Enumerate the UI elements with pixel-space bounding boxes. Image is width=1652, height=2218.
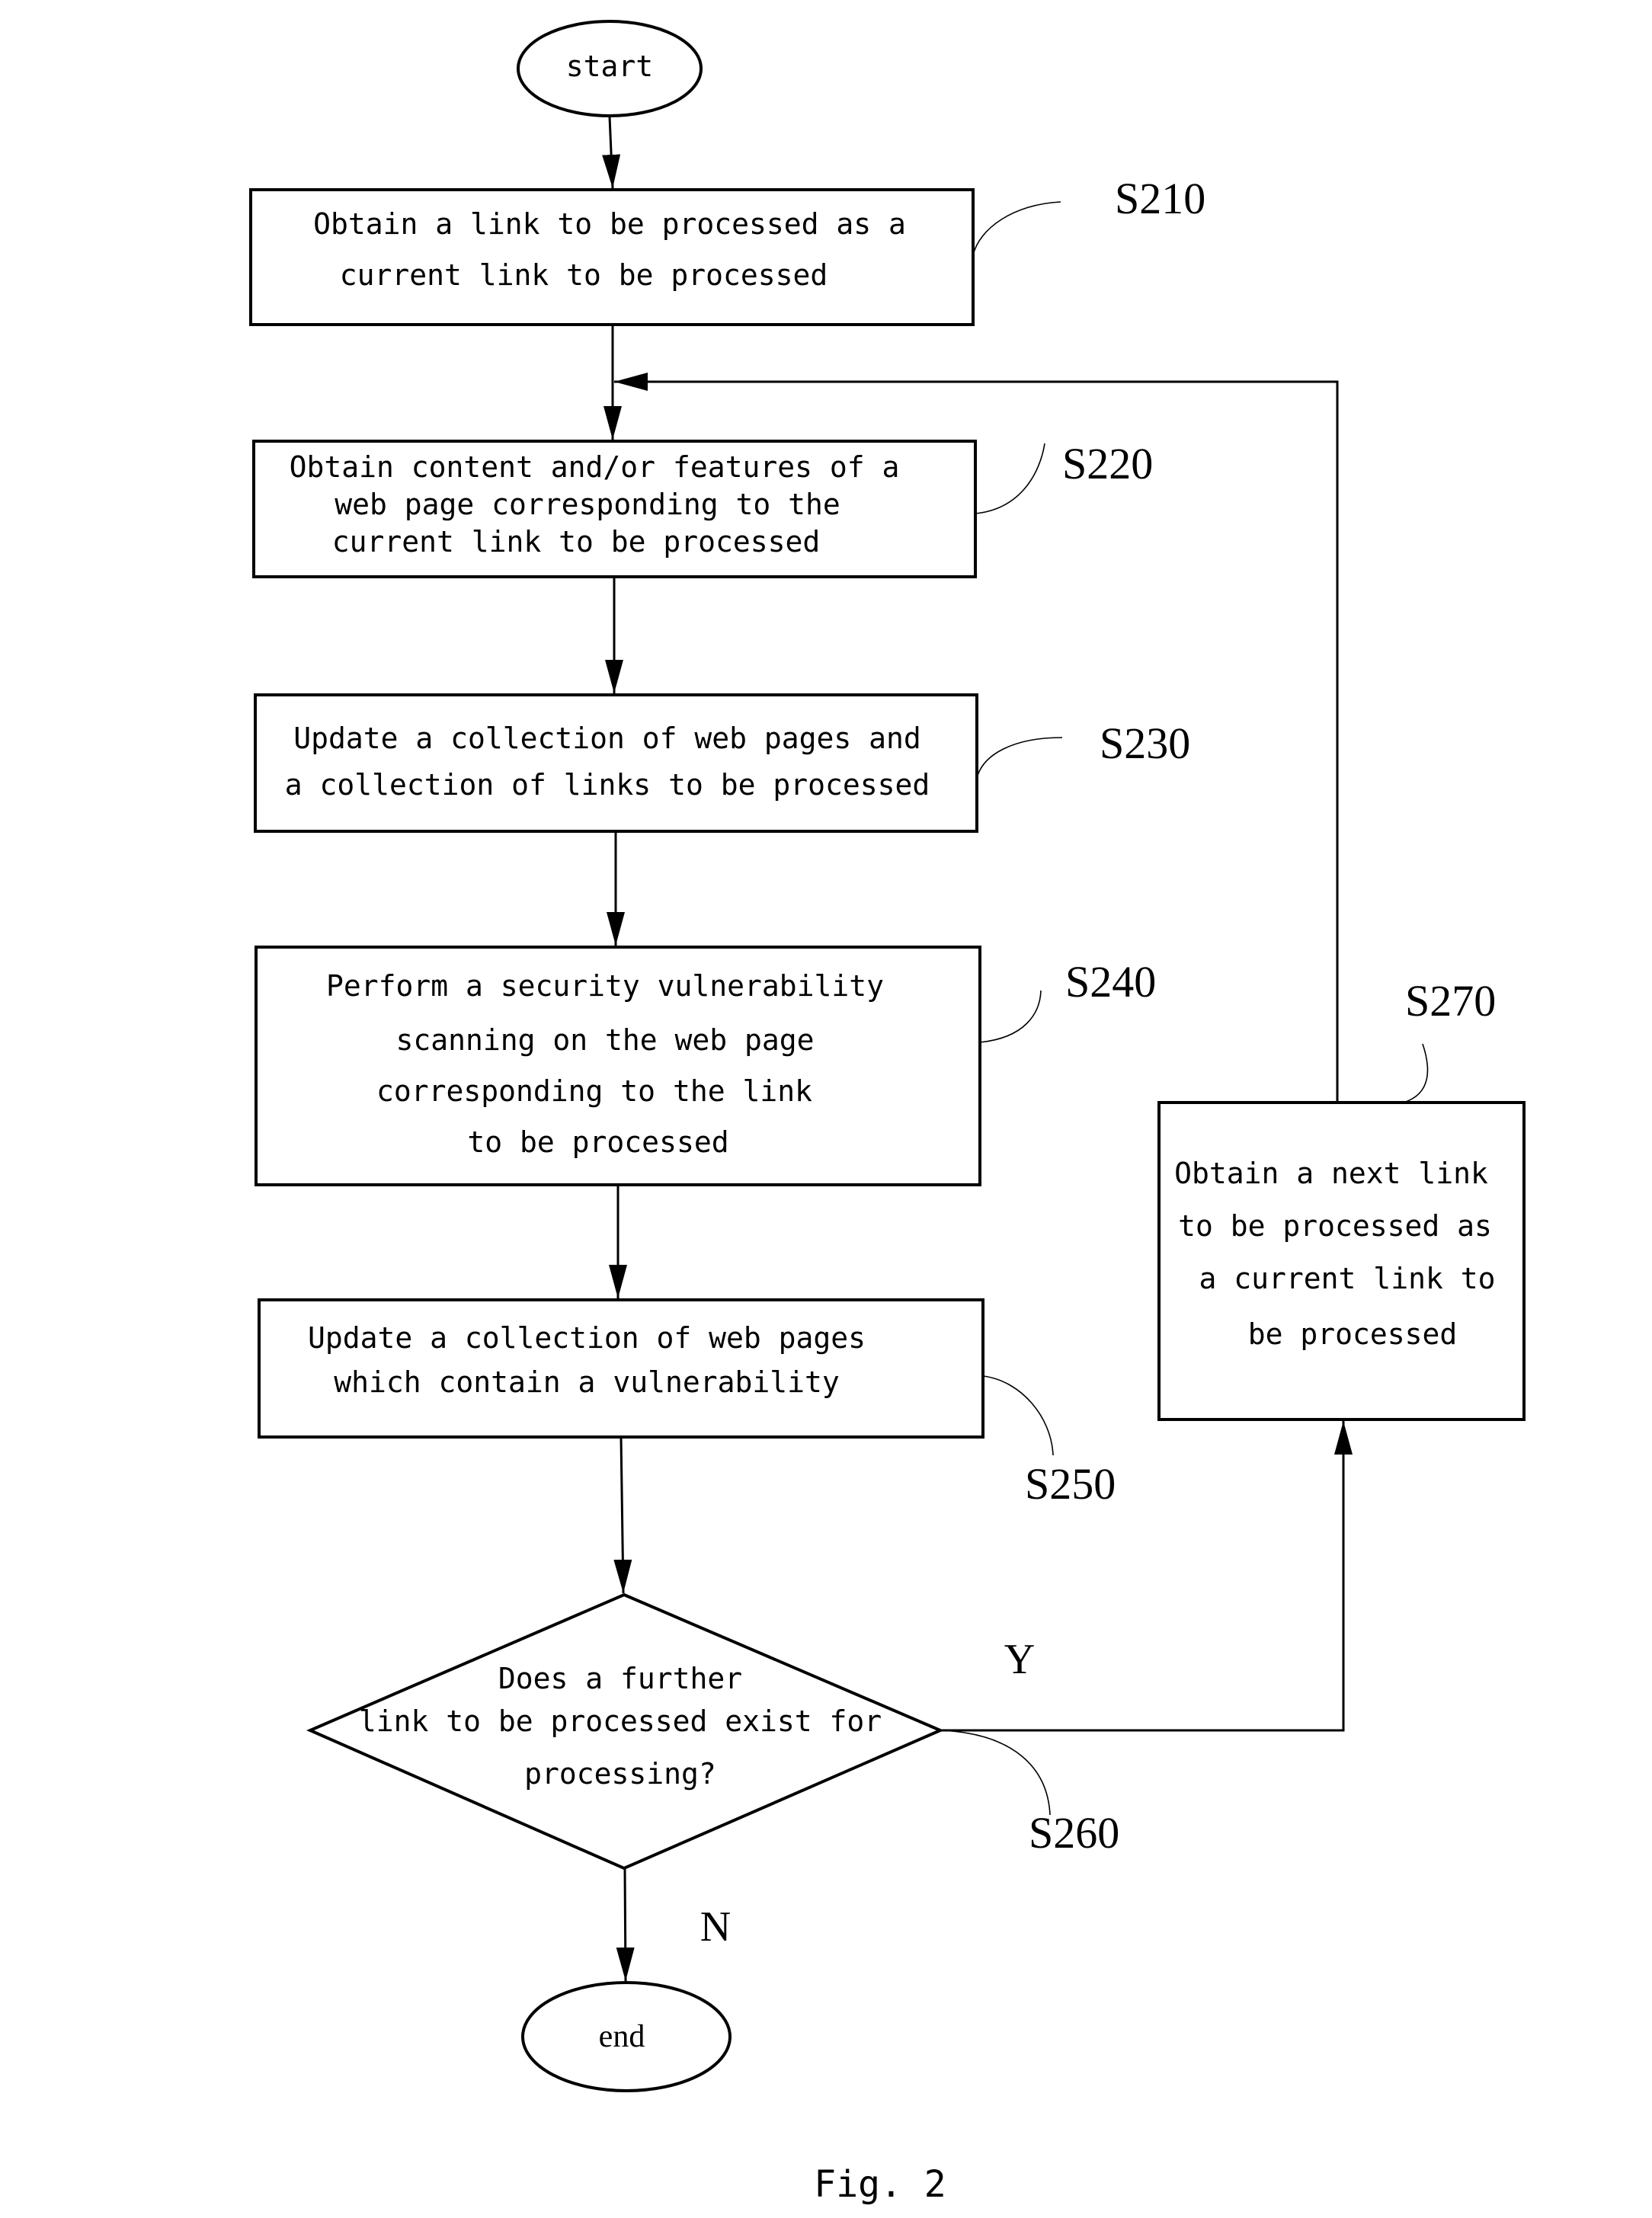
step-text-line: Obtain content and/or features of a — [290, 450, 900, 484]
step-text-line: current link to be processed — [332, 525, 821, 559]
decision-text-line: link to be processed exist for — [359, 1704, 882, 1738]
leader-s270 — [1403, 1043, 1429, 1103]
no-label: N — [700, 1903, 731, 1951]
leader-s220 — [975, 443, 1045, 514]
step-text-line: be processed — [1248, 1317, 1458, 1351]
step-text-line: corresponding to the link — [376, 1074, 812, 1108]
end-terminator: end — [521, 1981, 732, 2092]
figure-caption: Fig. 2 — [814, 2163, 946, 2206]
step-text-line: Update a collection of web pages and — [293, 722, 921, 755]
decision-s260: Does a further link to be processed exis… — [306, 1592, 945, 1871]
step-id-s230: S230 — [1100, 719, 1190, 768]
step-text-line: a current link to — [1199, 1262, 1496, 1295]
step-s270: Obtain a next link to be processed as a … — [1157, 1101, 1526, 1421]
step-text-line: to be processed as — [1178, 1209, 1492, 1243]
decision-text-line: Does a further — [498, 1662, 742, 1695]
step-text-line: Obtain a next link — [1174, 1157, 1488, 1190]
yes-label: Y — [1004, 1636, 1035, 1683]
step-id-s270: S270 — [1405, 976, 1496, 1026]
step-text-line: Update a collection of web pages — [308, 1321, 866, 1355]
leader-s210 — [972, 201, 1061, 256]
leader-s230 — [976, 737, 1063, 779]
leader-s250 — [982, 1375, 1054, 1456]
leader-s240 — [979, 990, 1042, 1043]
step-id-s240: S240 — [1065, 957, 1156, 1007]
flowchart: start Obtain a link to be processed as a… — [249, 20, 1526, 2206]
step-s230: Update a collection of web pages and a c… — [254, 693, 978, 833]
step-text-line: web page corresponding to the — [335, 488, 840, 521]
step-id-s260: S260 — [1029, 1808, 1119, 1858]
arrow-s250-to-s260 — [613, 1436, 632, 1594]
arrow-s260-yes-to-s270 — [940, 1421, 1353, 1732]
end-label: end — [599, 2019, 645, 2054]
step-s210: Obtain a link to be processed as a curre… — [249, 188, 975, 326]
step-text-line: Obtain a link to be processed as a — [313, 207, 906, 241]
start-label: start — [566, 50, 653, 83]
step-text-line: to be processed — [467, 1125, 728, 1159]
step-text-line: current link to be processed — [340, 258, 828, 292]
step-id-s250: S250 — [1025, 1459, 1116, 1509]
arrow-start-to-s210 — [602, 116, 621, 189]
decision-text-line: processing? — [524, 1757, 716, 1791]
step-id-s220: S220 — [1062, 439, 1153, 488]
start-terminator: start — [517, 20, 703, 117]
step-text-line: which contain a vulnerability — [334, 1365, 839, 1399]
step-text-line: Perform a security vulnerability — [326, 969, 884, 1003]
step-text-line: a collection of links to be processed — [285, 768, 930, 802]
step-text-line: scanning on the web page — [395, 1023, 814, 1057]
leader-s260 — [940, 1730, 1051, 1816]
step-s250: Update a collection of web pages which c… — [258, 1298, 984, 1439]
step-s220: Obtain content and/or features of a web … — [252, 440, 977, 578]
step-id-s210: S210 — [1115, 174, 1205, 223]
step-s240: Perform a security vulnerability scannin… — [255, 946, 981, 1186]
arrow-s260-to-end — [616, 1868, 635, 1982]
